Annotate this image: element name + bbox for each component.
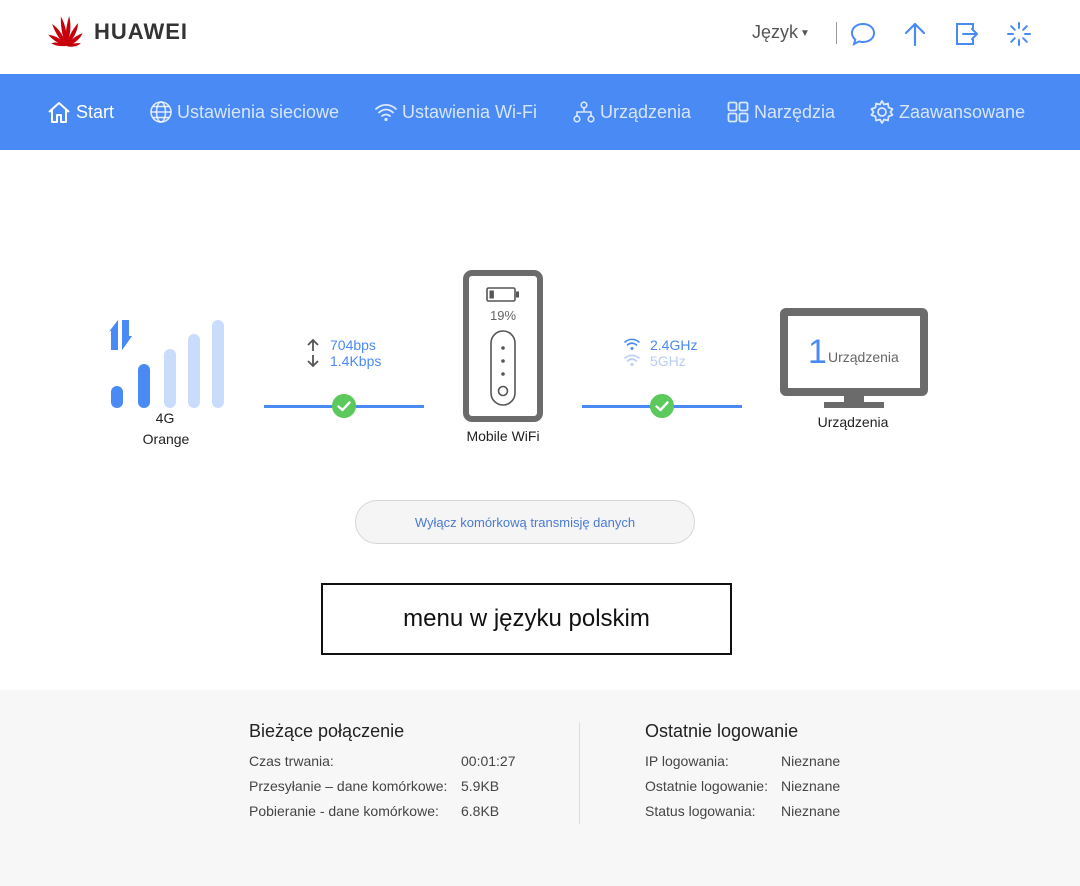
nav-label-start: Start (76, 101, 115, 122)
nav-label-wifi-settings: Ustawienia Wi-Fi (402, 101, 538, 122)
download-arrow-icon (307, 355, 319, 368)
cc-label-duration: Czas trwania: (249, 753, 334, 769)
check-icon (650, 394, 674, 418)
ll-value-last-login: Nieznane (781, 778, 841, 794)
devices-count: 1 (808, 333, 827, 371)
header-divider (836, 22, 837, 44)
nav-label-network-settings: Ustawienia sieciowe (177, 101, 340, 122)
header: HUAWEI Język ▼ (0, 0, 1080, 74)
signal-bar-5 (212, 320, 224, 408)
signal-strength-icon[interactable] (108, 318, 228, 410)
ll-label-ip: IP logowania: (645, 753, 729, 769)
message-icon[interactable] (849, 20, 877, 48)
nav-item-start[interactable]: Start (46, 74, 114, 150)
huawei-petals-icon (48, 16, 83, 47)
nav-item-advanced[interactable]: Zaawansowane (869, 74, 1025, 150)
upload-icon[interactable] (901, 20, 929, 48)
last-login-title: Ostatnie logowanie (645, 721, 799, 741)
signal-bar-2 (138, 364, 150, 408)
band-24ghz: 2.4GHz (650, 337, 698, 353)
ll-value-ip: Nieznane (781, 753, 841, 769)
ll-value-status: Nieznane (781, 803, 841, 819)
main-nav: Start Ustawienia sieciowe Ustawienia Wi-… (0, 74, 1080, 150)
download-rate: 1.4Kbps (330, 353, 382, 369)
cc-value-download: 6.8KB (461, 803, 500, 819)
wifi-icon (375, 103, 397, 122)
language-label: Język (752, 22, 799, 42)
connection-diagram: 4G Orange 704bps 1.4Kbps 19% Mobile WiFi… (0, 150, 1080, 690)
nav-item-devices[interactable]: Urządzenia (572, 74, 691, 150)
nav-label-devices: Urządzenia (600, 101, 692, 122)
operator-label: Orange (142, 431, 190, 447)
signal-bar-1 (111, 386, 123, 408)
signal-bar-3 (164, 349, 176, 408)
device-label: Mobile WiFi (466, 428, 540, 444)
caret-down-icon: ▼ (800, 27, 810, 39)
globe-icon (150, 101, 172, 123)
upload-arrow-icon (307, 338, 319, 351)
cc-label-download: Pobieranie - dane komórkowe: (249, 803, 439, 819)
devices-label: Urządzenia (817, 414, 889, 430)
status-panel: Bieżące połączenie Czas trwania: 00:01:2… (0, 690, 1080, 886)
nav-item-wifi-settings[interactable]: Ustawienia Wi-Fi (374, 74, 537, 150)
wifi-24-icon (624, 338, 640, 350)
disable-mobile-data-button[interactable]: Wyłącz komórkową transmisję danych (355, 500, 695, 544)
battery-fill (489, 290, 494, 299)
panel-divider (579, 722, 580, 824)
nav-label-advanced: Zaawansowane (899, 101, 1026, 122)
nav-item-tools[interactable]: Narzędzia (726, 74, 835, 150)
nav-label-tools: Narzędzia (754, 101, 836, 122)
logout-icon[interactable] (953, 20, 981, 48)
ll-label-status: Status logowania: (645, 803, 756, 819)
cc-label-upload: Przesyłanie – dane komórkowe: (249, 778, 448, 794)
upload-rate: 704bps (330, 337, 376, 353)
devices-inner-label: Urządzenia (828, 349, 899, 365)
wifi-5-icon (624, 354, 640, 366)
band-5ghz: 5GHz (650, 353, 686, 369)
language-dropdown[interactable]: Język ▼ (752, 22, 810, 43)
network-type-label: 4G (155, 410, 175, 426)
gear-icon (870, 100, 894, 124)
signal-bar-4 (188, 334, 200, 408)
huawei-logo[interactable]: HUAWEI (44, 14, 188, 48)
mobile-wifi-device-icon[interactable] (463, 270, 543, 422)
loading-icon[interactable] (1005, 20, 1033, 48)
home-icon (48, 102, 70, 123)
network-icon (573, 101, 595, 123)
data-transfer-arrows-icon (108, 320, 132, 350)
current-connection-title: Bieżące połączenie (249, 721, 405, 741)
language-annotation-box: menu w języku polskim (321, 583, 732, 655)
cc-value-upload: 5.9KB (461, 778, 500, 794)
nav-item-network-settings[interactable]: Ustawienia sieciowe (149, 74, 339, 150)
tools-icon (727, 101, 749, 123)
cc-value-duration: 00:01:27 (461, 753, 516, 769)
check-icon (332, 394, 356, 418)
ll-label-last-login: Ostatnie logowanie: (645, 778, 768, 794)
brand-name: HUAWEI (94, 19, 188, 44)
battery-percentage: 19% (489, 308, 517, 323)
